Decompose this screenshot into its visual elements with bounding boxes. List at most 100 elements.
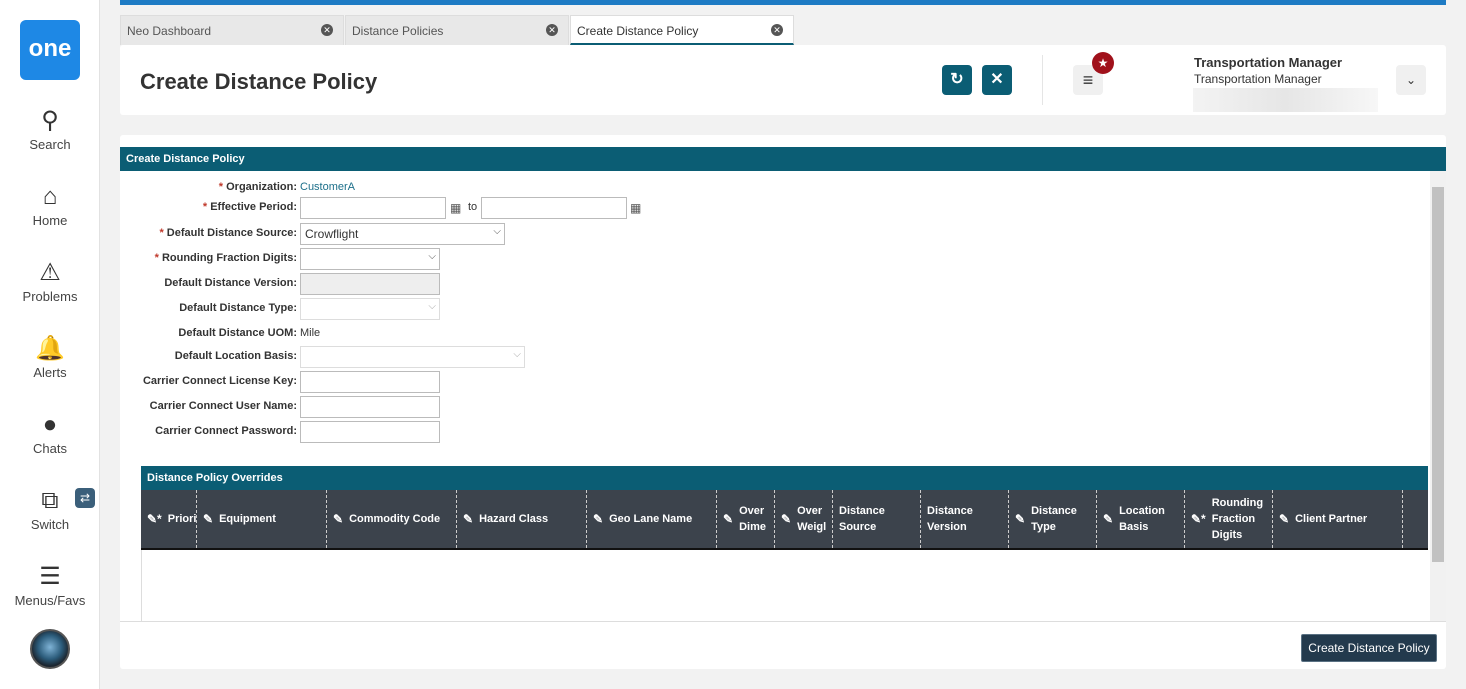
distance-version-input <box>300 273 440 295</box>
rounding-row: * Rounding Fraction Digits: ⌵ <box>120 248 820 270</box>
favorite-star-icon[interactable]: ★ <box>1092 52 1114 74</box>
sidebar-item-label: Switch <box>30 517 70 532</box>
label-text: Organization: <box>226 181 297 193</box>
footer-divider <box>120 621 1446 622</box>
user-name: Transportation Manager <box>1194 55 1343 70</box>
tab-create-distance-policy[interactable]: Create Distance Policy ✕ <box>570 15 794 45</box>
column-label: Priori <box>167 513 197 525</box>
label-text: Effective Period: <box>210 201 297 213</box>
rounding-select[interactable]: ⌵ <box>300 248 440 270</box>
location-basis-select[interactable]: ⌵ <box>300 346 525 368</box>
distance-source-label: * Default Distance Source: <box>159 227 297 239</box>
sidebar-item-label: Home <box>32 213 68 228</box>
tab-distance-policies[interactable]: Distance Policies ✕ <box>345 15 569 45</box>
refresh-icon: ↻ <box>950 71 964 88</box>
column-header[interactable]: Distance Source <box>833 490 921 548</box>
column-label: Distance Type <box>1031 505 1077 533</box>
column-header[interactable]: ✎* Priori <box>141 490 197 548</box>
close-tab-icon[interactable]: ✕ <box>546 24 558 36</box>
overrides-title: Distance Policy Overrides <box>141 466 1428 490</box>
sidebar-item-problems[interactable]: ⚠ Problems <box>0 259 100 304</box>
calendar-icon[interactable]: ▦ <box>450 201 461 215</box>
column-label: Over Weigl <box>797 505 827 533</box>
location-basis-label: Default Location Basis: <box>174 350 297 362</box>
one-logo[interactable]: one <box>20 20 80 80</box>
uom-row: Default Distance UOM: Mile <box>120 323 820 345</box>
to-label: to <box>468 201 478 213</box>
close-tab-icon[interactable]: ✕ <box>321 24 333 36</box>
scrollbar-thumb[interactable] <box>1432 187 1444 562</box>
column-header[interactable]: ✎ Hazard Class <box>457 490 587 548</box>
home-icon: ⌂ <box>42 183 58 210</box>
column-header[interactable]: ✎ Commodity Code <box>327 490 457 548</box>
column-header[interactable]: ✎ Client Partner <box>1273 490 1403 548</box>
sidebar-item-label: Chats <box>33 441 67 456</box>
search-icon: ⚲ <box>41 107 59 134</box>
rounding-label: * Rounding Fraction Digits: <box>154 252 297 264</box>
column-label: Distance Source <box>839 505 885 533</box>
organization-value[interactable]: CustomerA <box>300 181 355 193</box>
column-header[interactable]: ✎ Location Basis <box>1097 490 1185 548</box>
column-header[interactable]: ✎ Over Weigl <box>775 490 833 548</box>
distance-type-select[interactable]: ⌵ <box>300 298 440 320</box>
hamburger-icon: ≡ <box>1082 70 1094 90</box>
redacted-info <box>1193 88 1378 112</box>
edit-icon: ✎ <box>463 512 474 526</box>
effective-to-input[interactable] <box>481 197 627 219</box>
distance-source-select[interactable]: Crowflight ⌵ <box>300 223 505 245</box>
overrides-grid-header: ✎* Priori ✎ Equipment ✎ Commodity Code ✎ Hazard… <box>141 490 1428 550</box>
label-text: Default Distance Source: <box>166 227 297 239</box>
license-key-label: Carrier Connect License Key: <box>142 375 297 387</box>
create-distance-policy-button[interactable]: Create Distance Policy <box>1301 634 1437 662</box>
close-tab-icon[interactable]: ✕ <box>771 24 783 36</box>
hamburger-icon: ☰ <box>39 563 61 590</box>
refresh-button[interactable]: ↻ <box>942 65 972 95</box>
cc-user-name-input[interactable] <box>300 396 440 418</box>
calendar-icon[interactable]: ▦ <box>630 201 641 215</box>
chevron-down-icon: ⌵ <box>428 251 436 262</box>
overrides-grid-body <box>141 550 1428 622</box>
chevron-down-icon: ⌵ <box>513 349 521 360</box>
column-header[interactable]: ✎ Equipment <box>197 490 327 548</box>
chevron-down-icon: ⌵ <box>428 301 436 312</box>
column-header[interactable]: ✎ Over Dime <box>717 490 775 548</box>
user-menu-button[interactable]: ⌄ <box>1396 65 1426 95</box>
chevron-down-icon: ⌵ <box>493 226 501 237</box>
column-header[interactable]: Distance Version <box>921 490 1009 548</box>
avatar[interactable] <box>30 629 70 669</box>
sidebar-item-label: Alerts <box>33 365 67 380</box>
uom-value: Mile <box>300 327 321 339</box>
edit-icon: ✎* <box>1191 512 1206 526</box>
sidebar-item-menus[interactable]: ☰ Menus/Favs <box>0 563 100 608</box>
effective-from-input[interactable] <box>300 197 446 219</box>
password-row: Carrier Connect Password: <box>120 421 820 443</box>
sidebar-item-alerts[interactable]: 🔔 Alerts <box>0 335 100 380</box>
tab-label: Distance Policies <box>352 24 444 38</box>
organization-label: * Organization: <box>218 181 297 193</box>
sidebar-item-chats[interactable]: ● Chats <box>0 411 100 456</box>
column-label: Client Partner <box>1295 513 1368 525</box>
distance-type-label: Default Distance Type: <box>179 302 297 314</box>
column-header[interactable]: ✎ Geo Lane Name <box>587 490 717 548</box>
column-header[interactable]: ✎ Distance Type <box>1009 490 1097 548</box>
column-header[interactable]: ✎* Rounding Fraction Digits <box>1185 490 1273 548</box>
edit-icon: ✎ <box>1103 512 1114 526</box>
license-key-input[interactable] <box>300 371 440 393</box>
edit-icon: ✎ <box>781 512 792 526</box>
user-role: Transportation Manager <box>1194 72 1322 86</box>
cc-password-input[interactable] <box>300 421 440 443</box>
location-basis-row: Default Location Basis: ⌵ <box>120 346 820 368</box>
close-button[interactable]: ✕ <box>982 65 1012 95</box>
sidebar-item-search[interactable]: ⚲ Search <box>0 107 100 152</box>
tab-neo-dashboard[interactable]: Neo Dashboard ✕ <box>120 15 344 45</box>
swap-icon[interactable]: ⇄ <box>75 488 95 508</box>
cc-user-name-label: Carrier Connect User Name: <box>149 400 297 412</box>
sidebar-item-home[interactable]: ⌂ Home <box>0 183 100 228</box>
sidebar-item-label: Problems <box>22 289 78 304</box>
column-label: Location Basis <box>1119 505 1165 533</box>
distance-version-label: Default Distance Version: <box>164 277 297 289</box>
edit-icon: ✎* <box>147 512 162 526</box>
column-label: Geo Lane Name <box>609 513 693 525</box>
scrollbar[interactable] <box>1430 171 1446 621</box>
distance-type-row: Default Distance Type: ⌵ <box>120 298 820 320</box>
